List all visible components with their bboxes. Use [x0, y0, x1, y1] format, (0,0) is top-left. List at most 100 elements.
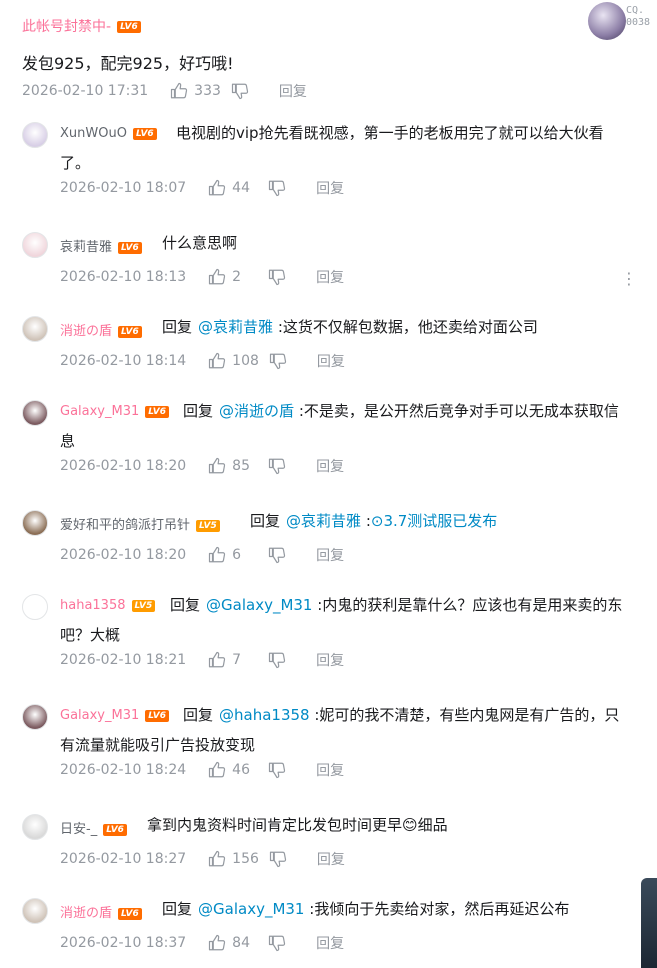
- reply-button[interactable]: 回复: [316, 650, 344, 670]
- root-username-text[interactable]: 此帐号封禁中-: [22, 19, 111, 35]
- avatar[interactable]: [22, 122, 48, 148]
- avatar[interactable]: [22, 814, 48, 840]
- timestamp: 2026-02-10 18:27: [60, 851, 187, 867]
- thumb-up-icon[interactable]: [208, 457, 226, 475]
- like-button[interactable]: 156: [208, 850, 259, 868]
- like-button[interactable]: 108: [208, 352, 259, 370]
- timestamp: 2026-02-10 18:20: [60, 547, 187, 563]
- mention-link[interactable]: @哀莉昔雅: [286, 512, 361, 530]
- play-link-text[interactable]: 3.7测试服已发布: [383, 512, 497, 530]
- reply-username[interactable]: 哀莉昔雅 LV6: [60, 236, 142, 255]
- like-count: 2: [232, 269, 242, 285]
- thumb-up-icon[interactable]: [208, 352, 226, 370]
- level-badge: LV6: [118, 325, 142, 338]
- reply-username[interactable]: haha1358 LV5: [60, 598, 156, 613]
- thumb-up-icon[interactable]: [208, 651, 226, 669]
- like-count: 333: [194, 83, 221, 99]
- thumb-down-icon[interactable]: [231, 82, 249, 100]
- like-button[interactable]: 333: [170, 82, 221, 100]
- reply-prefix: 回复: [183, 706, 214, 724]
- thumb-up-icon[interactable]: [208, 179, 226, 197]
- reply-username[interactable]: XunWOuO LV6: [60, 126, 157, 141]
- play-circle-icon: ⊙: [370, 512, 384, 530]
- reply-button[interactable]: 回复: [317, 351, 345, 371]
- like-button[interactable]: 2: [208, 268, 258, 286]
- like-count: 108: [232, 353, 259, 369]
- reply-button[interactable]: 回复: [316, 545, 344, 565]
- reply-text: :我倾向于先卖给对家，然后再延迟公布: [309, 900, 570, 918]
- like-button[interactable]: 44: [208, 179, 258, 197]
- play-link[interactable]: ⊙3.7测试服已发布: [371, 512, 497, 530]
- thumb-up-icon[interactable]: [208, 850, 226, 868]
- thumb-down-icon[interactable]: [268, 268, 286, 286]
- reply-line-2: 息: [60, 432, 76, 450]
- reply-line-1: 回复 @haha1358 :妮可的我不清楚，有些内鬼网是有广告的，只: [183, 704, 619, 726]
- reply-text: 什么意思啊: [162, 234, 238, 252]
- reply-line-2: 有流量就能吸引广告投放变现: [60, 736, 256, 754]
- thumb-up-icon[interactable]: [170, 82, 188, 100]
- reply-username[interactable]: 消逝の盾 LV6: [60, 320, 142, 339]
- avatar[interactable]: [22, 400, 48, 426]
- reply-username[interactable]: Galaxy_M31 LV6: [60, 404, 169, 419]
- mention-link[interactable]: @Galaxy_M31: [198, 900, 304, 918]
- like-button[interactable]: 7: [208, 651, 258, 669]
- reply-username-text[interactable]: Galaxy_M31: [60, 404, 139, 419]
- reply-button[interactable]: 回复: [316, 760, 344, 780]
- reply-button[interactable]: 回复: [316, 456, 344, 476]
- avatar[interactable]: [22, 510, 48, 536]
- thumb-down-icon[interactable]: [269, 850, 287, 868]
- reply-button[interactable]: 回复: [317, 849, 345, 869]
- reply-username[interactable]: 消逝の盾 LV6: [60, 902, 142, 921]
- timestamp: 2026-02-10 18:20: [60, 458, 187, 474]
- level-badge: LV6: [145, 709, 169, 722]
- avatar[interactable]: [22, 316, 48, 342]
- reply-username-text[interactable]: 消逝の盾: [60, 906, 112, 921]
- reply-username-text[interactable]: 消逝の盾: [60, 324, 112, 339]
- reply-meta: 2026-02-10 18:20 85 回复: [60, 456, 344, 476]
- reply-button[interactable]: 回复: [316, 267, 344, 287]
- like-button[interactable]: 84: [208, 934, 258, 952]
- reply-username-text[interactable]: 日安-_: [60, 822, 97, 837]
- reply-meta: 2026-02-10 18:14 108 回复: [60, 351, 345, 371]
- corner-avatar[interactable]: [588, 2, 626, 40]
- reply-button[interactable]: 回复: [316, 178, 344, 198]
- more-options-icon[interactable]: ⋮: [621, 270, 637, 288]
- thumb-down-icon[interactable]: [268, 761, 286, 779]
- thumb-down-icon[interactable]: [268, 457, 286, 475]
- reply-button[interactable]: 回复: [279, 81, 307, 101]
- mention-link[interactable]: @消逝の盾: [219, 402, 294, 420]
- avatar[interactable]: [22, 232, 48, 258]
- thumb-down-icon[interactable]: [269, 352, 287, 370]
- reply-username-text[interactable]: haha1358: [60, 598, 126, 613]
- mention-link[interactable]: @哀莉昔雅: [198, 318, 273, 336]
- reply-username-text[interactable]: Galaxy_M31: [60, 708, 139, 723]
- mention-link[interactable]: @Galaxy_M31: [206, 596, 312, 614]
- like-button[interactable]: 46: [208, 761, 258, 779]
- root-username[interactable]: 此帐号封禁中- LV6: [22, 16, 141, 36]
- reply-username-text[interactable]: 爱好和平的鸽派打吊针: [60, 518, 190, 533]
- thumb-up-icon[interactable]: [208, 546, 226, 564]
- thumb-down-icon[interactable]: [268, 179, 286, 197]
- thumb-up-icon[interactable]: [208, 934, 226, 952]
- like-button[interactable]: 85: [208, 457, 258, 475]
- thumb-up-icon[interactable]: [208, 761, 226, 779]
- reply-username[interactable]: Galaxy_M31 LV6: [60, 708, 169, 723]
- reply-button[interactable]: 回复: [316, 933, 344, 953]
- avatar[interactable]: [22, 704, 48, 730]
- reply-meta: 2026-02-10 18:13 2 回复: [60, 267, 344, 287]
- avatar[interactable]: [22, 594, 48, 620]
- like-button[interactable]: 6: [208, 546, 258, 564]
- thumb-down-icon[interactable]: [268, 934, 286, 952]
- reply-text: :妮可的我不清楚，有些内鬼网是有广告的，只: [314, 706, 620, 724]
- reply-username[interactable]: 爱好和平的鸽派打吊针 LV5: [60, 514, 220, 533]
- side-panel-thumbnail[interactable]: [641, 878, 657, 968]
- avatar[interactable]: [22, 898, 48, 924]
- level-badge: LV6: [145, 405, 169, 418]
- thumb-down-icon[interactable]: [268, 546, 286, 564]
- reply-username-text[interactable]: XunWOuO: [60, 126, 127, 141]
- reply-username[interactable]: 日安-_ LV6: [60, 818, 127, 837]
- reply-username-text[interactable]: 哀莉昔雅: [60, 240, 112, 255]
- thumb-down-icon[interactable]: [268, 651, 286, 669]
- mention-link[interactable]: @haha1358: [219, 706, 310, 724]
- thumb-up-icon[interactable]: [208, 268, 226, 286]
